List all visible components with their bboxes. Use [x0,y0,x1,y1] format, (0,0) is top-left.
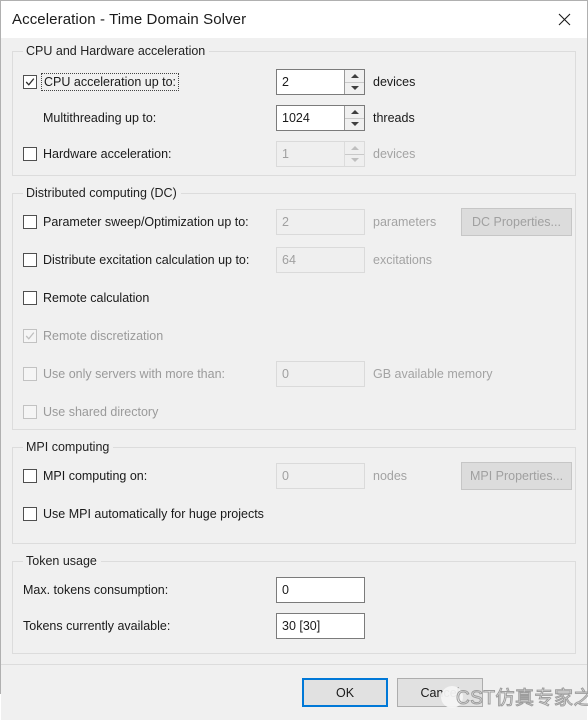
footer-separator [1,664,587,665]
mpi-properties-button: MPI Properties... [461,462,572,490]
server-memory-unit: GB available memory [373,367,493,381]
row-hardware-acceleration: Hardware acceleration: 1 devices [23,140,565,168]
shared-directory-label: Use shared directory [43,405,159,419]
window-title: Acceleration - Time Domain Solver [12,11,247,28]
row-multithreading: Multithreading up to: 1024 threads [23,104,565,132]
multithreading-value[interactable]: 1024 [277,106,344,130]
server-memory-checkbox [23,367,37,381]
row-mpi-computing-on: MPI computing on: 0 nodes MPI Properties… [23,462,572,490]
row-tokens-available: Tokens currently available: 30 [30] [23,612,565,640]
row-server-memory: Use only servers with more than: 0 GB av… [23,360,565,388]
mpi-computing-unit: nodes [373,469,408,483]
hardware-acceleration-checkbox[interactable] [23,147,37,161]
chevron-down-icon [350,86,359,91]
distribute-excitation-value: 64 [276,247,365,273]
chevron-down-icon [350,158,359,163]
hardware-acceleration-spinner: 1 [276,141,365,167]
chevron-down-icon [350,122,359,127]
remote-calculation-label: Remote calculation [43,291,150,305]
mpi-auto-label: Use MPI automatically for huge projects [43,507,264,521]
cpu-acceleration-spin-up[interactable] [345,70,364,83]
dc-properties-button: DC Properties... [461,208,572,236]
dialog-content: CPU and Hardware acceleration CPU accele… [1,38,587,664]
group-mpi-legend: MPI computing [26,440,110,454]
row-shared-directory: Use shared directory [23,398,565,426]
close-button[interactable] [541,1,587,38]
chevron-up-icon [350,145,359,150]
multithreading-unit: threads [373,111,415,125]
cpu-acceleration-spinner[interactable]: 2 [276,69,365,95]
mpi-computing-value: 0 [276,463,365,489]
group-dc-legend: Distributed computing (DC) [26,186,177,200]
group-cpu-hardware: CPU and Hardware acceleration CPU accele… [12,44,576,176]
row-remote-calculation: Remote calculation [23,284,565,312]
max-tokens-value[interactable]: 0 [276,577,365,603]
mpi-computing-checkbox[interactable] [23,469,37,483]
close-icon [558,13,570,26]
cpu-acceleration-spin-down[interactable] [345,83,364,95]
server-memory-value: 0 [276,361,365,387]
chevron-up-icon [350,73,359,78]
distribute-excitation-unit: excitations [373,253,433,267]
group-cpu-hardware-legend: CPU and Hardware acceleration [26,44,206,58]
hardware-acceleration-spin-buttons [344,142,364,166]
hardware-acceleration-spin-up [345,142,364,155]
dialog-footer: OK Cancel CST仿真专家之路 [1,664,588,720]
multithreading-spinner[interactable]: 1024 [276,105,365,131]
group-token-usage: Token usage Max. tokens consumption: 0 T… [12,554,576,654]
group-distributed-computing: Distributed computing (DC) Parameter swe… [12,186,576,430]
hardware-acceleration-unit: devices [373,147,416,161]
hardware-acceleration-spin-down [345,155,364,167]
group-mpi-computing: MPI computing MPI computing on: 0 nodes … [12,440,576,544]
parameter-sweep-unit: parameters [373,215,437,229]
cancel-button[interactable]: Cancel [397,678,483,707]
cpu-acceleration-checkbox[interactable] [23,75,37,89]
check-icon [25,332,35,340]
chevron-up-icon [350,109,359,114]
tokens-available-label: Tokens currently available: [23,619,171,633]
title-bar: Acceleration - Time Domain Solver [1,1,587,38]
multithreading-spin-up[interactable] [345,106,364,119]
cpu-acceleration-label: CPU acceleration up to: [40,73,180,91]
row-distribute-excitation: Distribute excitation calculation up to:… [23,246,565,274]
server-memory-label: Use only servers with more than: [43,367,226,381]
hardware-acceleration-label: Hardware acceleration: [43,147,172,161]
cpu-acceleration-value[interactable]: 2 [277,70,344,94]
ok-button[interactable]: OK [302,678,388,707]
row-max-tokens: Max. tokens consumption: 0 [23,576,565,604]
parameter-sweep-label: Parameter sweep/Optimization up to: [43,215,249,229]
multithreading-spin-down[interactable] [345,119,364,131]
row-parameter-sweep: Parameter sweep/Optimization up to: 2 pa… [23,208,572,236]
cpu-acceleration-unit: devices [373,75,416,89]
multithreading-spin-buttons [344,106,364,130]
group-token-legend: Token usage [26,554,97,568]
mpi-computing-label: MPI computing on: [43,469,148,483]
row-remote-discretization: Remote discretization [23,322,565,350]
distribute-excitation-checkbox[interactable] [23,253,37,267]
tokens-available-value[interactable]: 30 [30] [276,613,365,639]
row-mpi-auto: Use MPI automatically for huge projects [23,500,565,528]
remote-discretization-checkbox [23,329,37,343]
multithreading-label: Multithreading up to: [43,111,157,125]
mpi-auto-checkbox[interactable] [23,507,37,521]
parameter-sweep-value: 2 [276,209,365,235]
hardware-acceleration-value: 1 [282,147,289,161]
remote-discretization-label: Remote discretization [43,329,164,343]
parameter-sweep-checkbox[interactable] [23,215,37,229]
check-icon [25,78,35,86]
remote-calculation-checkbox[interactable] [23,291,37,305]
cpu-acceleration-spin-buttons [344,70,364,94]
distribute-excitation-label: Distribute excitation calculation up to: [43,253,250,267]
row-cpu-acceleration: CPU acceleration up to: 2 devices [23,68,565,96]
acceleration-dialog: Acceleration - Time Domain Solver CPU an… [0,0,588,720]
max-tokens-label: Max. tokens consumption: [23,583,169,597]
shared-directory-checkbox [23,405,37,419]
